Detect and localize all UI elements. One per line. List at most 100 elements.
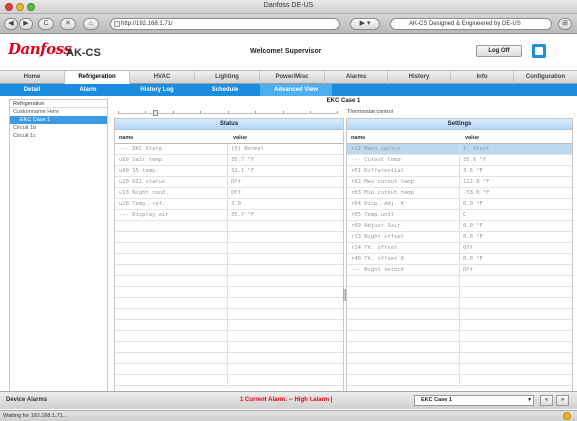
- feed-dropdown-button[interactable]: ▶ ▾: [350, 18, 380, 30]
- next-case-button[interactable]: »: [556, 395, 569, 406]
- subtab-alarm[interactable]: Alarm: [66, 84, 110, 96]
- settings-row-name: --- Night setbck: [351, 267, 404, 273]
- tab-history[interactable]: History: [388, 71, 451, 84]
- window-title: Danfoss DE-US: [263, 2, 314, 9]
- slider-tick: [310, 111, 311, 113]
- slider-tick: [337, 111, 338, 113]
- settings-row-name: r03 Min cutout temp: [351, 190, 414, 196]
- settings-row[interactable]: r14 Th. offset Off: [347, 243, 572, 254]
- settings-empty-row: [347, 298, 572, 309]
- status-empty-row: [115, 353, 343, 364]
- slider-tick: [173, 111, 174, 113]
- case-select-value: EKC Case 1: [421, 397, 452, 403]
- settings-empty-cell: [459, 375, 463, 385]
- device-tree: Refrigeration Customname Here EKC Case 1…: [9, 99, 108, 399]
- status-row-name: u10 DI1 status: [119, 179, 166, 185]
- tab-hvac[interactable]: HVAC: [130, 71, 195, 84]
- search-text: AK-CS Designed & Engineered by DE-US: [409, 21, 521, 27]
- settings-row-value: 3.6 °F: [459, 166, 483, 176]
- tab-lighting[interactable]: Lighting: [195, 71, 260, 84]
- tab-power-misc[interactable]: Power/Misc: [260, 71, 325, 84]
- settings-row-name: r13 Night offset: [351, 234, 404, 240]
- status-row[interactable]: u09 S5 temp. 32.1 °F: [115, 166, 343, 177]
- settings-row-value: 0.0 °F: [459, 232, 483, 242]
- slider-tick: [283, 111, 284, 113]
- settings-row[interactable]: r01 Differential 3.6 °F: [347, 166, 572, 177]
- settings-row-name: --- Cutout temp: [351, 157, 401, 163]
- tree-item-circuit-1c[interactable]: Circuit 1c: [10, 132, 107, 140]
- settings-row[interactable]: r40 Th. offset A 0.0 °F: [347, 254, 572, 265]
- settings-row[interactable]: --- Cutout temp 35.6 °F: [347, 155, 572, 166]
- help-icon[interactable]: [532, 44, 546, 58]
- danfoss-logo: Danfoss: [8, 40, 72, 58]
- settings-row[interactable]: r12 Main switch 1: Start: [347, 144, 572, 155]
- tab-configuration[interactable]: Configuration: [514, 71, 577, 84]
- settings-empty-row: [347, 287, 572, 298]
- address-bar[interactable]: http://192.168.1.71/: [110, 18, 340, 30]
- subtab-detail[interactable]: Detail: [10, 84, 54, 96]
- status-text: Waiting for 192.168.1.71...: [3, 413, 68, 419]
- settings-empty-cell: [459, 276, 463, 286]
- status-panel: Status name value --- EKC State [0] Norma…: [114, 118, 344, 398]
- prev-case-button[interactable]: «: [540, 395, 553, 406]
- settings-empty-cell: [459, 342, 463, 352]
- log-off-button[interactable]: Log Off: [476, 45, 522, 57]
- slider-track: [118, 113, 338, 114]
- current-alarm-message[interactable]: 1 Current Alarm: -- High t.alarm |: [240, 397, 332, 403]
- subtab-history-log[interactable]: History Log: [127, 84, 187, 96]
- subtab-schedule[interactable]: Schedule: [200, 84, 250, 96]
- status-row[interactable]: u10 DI1 status Off: [115, 177, 343, 188]
- status-empty-cell: [227, 298, 231, 308]
- address-text: http://192.168.1.71/: [121, 21, 173, 27]
- status-col-value: value: [233, 135, 248, 141]
- settings-row[interactable]: r09 Adjust Sair 0.0 °F: [347, 221, 572, 232]
- slider-label: Thermostat control: [347, 109, 393, 115]
- device-alarms-label[interactable]: Device Alarms: [6, 397, 47, 403]
- settings-row-value: 0.0 °F: [459, 199, 483, 209]
- status-row-name: u09 S5 temp.: [119, 168, 159, 174]
- status-empty-row: [115, 265, 343, 276]
- reload-button[interactable]: C: [38, 18, 54, 30]
- status-row[interactable]: --- EKC State [0] Normal: [115, 144, 343, 155]
- settings-table: name value r12 Main switch 1: Start --- Cu…: [347, 133, 572, 397]
- tab-refrigeration[interactable]: Refrigeration: [65, 71, 130, 84]
- home-button[interactable]: ⌂: [83, 18, 99, 30]
- bookmark-icon[interactable]: ⊞: [558, 18, 572, 30]
- status-empty-cell: [227, 254, 231, 264]
- settings-row-name: r04 Disp. Adj. K: [351, 201, 404, 207]
- tree-item-customname[interactable]: Customname Here: [10, 108, 107, 116]
- status-row[interactable]: --- Display air 35.7 °F: [115, 210, 343, 221]
- forward-button[interactable]: ▶: [19, 18, 33, 30]
- thermostat-slider[interactable]: [118, 108, 338, 116]
- tab-alarms[interactable]: Alarms: [325, 71, 388, 84]
- settings-row[interactable]: r04 Disp. Adj. K 0.0 °F: [347, 199, 572, 210]
- settings-row[interactable]: r05 Temp.unit C: [347, 210, 572, 221]
- tree-item-ekc-case-1[interactable]: EKC Case 1: [10, 116, 107, 124]
- status-row[interactable]: u13 Night cond. Off: [115, 188, 343, 199]
- status-empty-cell: [227, 364, 231, 374]
- settings-row[interactable]: --- Night setbck Off: [347, 265, 572, 276]
- settings-row-name: r40 Th. offset A: [351, 256, 404, 262]
- status-row[interactable]: u69 Sair temp 35.7 °F: [115, 155, 343, 166]
- status-empty-row: [115, 331, 343, 342]
- slider-thumb[interactable]: [153, 110, 158, 116]
- status-row[interactable]: u28 Temp. ref. 2.0: [115, 199, 343, 210]
- case-select[interactable]: EKC Case 1 ▾: [414, 395, 534, 406]
- settings-row[interactable]: r13 Night offset 0.0 °F: [347, 232, 572, 243]
- tree-item-circuit-1b[interactable]: Circuit 1b: [10, 124, 107, 132]
- status-empty-cell: [227, 265, 231, 275]
- search-field[interactable]: AK-CS Designed & Engineered by DE-US: [390, 18, 552, 30]
- status-panel-title: Status: [115, 119, 343, 130]
- status-empty-row: [115, 221, 343, 232]
- subtab-advanced-view[interactable]: Advanced View: [260, 84, 332, 96]
- stop-button[interactable]: ✕: [60, 18, 76, 30]
- status-empty-row: [115, 254, 343, 265]
- window-titlebar: Danfoss DE-US: [0, 0, 577, 14]
- settings-empty-cell: [459, 309, 463, 319]
- tab-info[interactable]: Info: [451, 71, 514, 84]
- settings-row[interactable]: r03 Min cutout temp -58.0 °F: [347, 188, 572, 199]
- back-button[interactable]: ◀: [4, 18, 18, 30]
- settings-empty-cell: [459, 287, 463, 297]
- settings-row[interactable]: r02 Max cutout temp 122.0 °F: [347, 177, 572, 188]
- tab-home[interactable]: Home: [0, 71, 65, 84]
